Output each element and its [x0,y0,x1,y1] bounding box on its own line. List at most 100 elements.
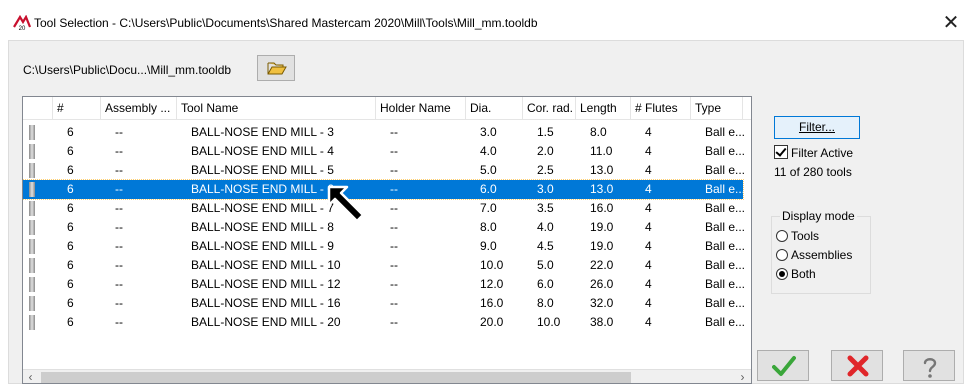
filter-button[interactable]: Filter... [774,116,860,139]
table-cell-dia: 12.0 [480,277,504,291]
table-cell-assembly: -- [115,201,123,215]
table-cell-holder: -- [390,201,398,215]
table-cell-name: BALL-NOSE END MILL - 12 [191,277,341,291]
table-cell-length: 19.0 [590,239,614,253]
table-cell-length: 11.0 [590,144,613,158]
cancel-button[interactable] [831,350,883,381]
table-cell-num: 6 [67,220,74,234]
tool-list[interactable]: # Assembly ... Tool Name Holder Name Dia. Cor… [22,96,752,384]
table-row[interactable]: 6 -- BALL-NOSE END MILL - 7 -- 7.0 3.5 16.0 4 Ba… [23,199,745,218]
table-cell-num: 6 [67,201,74,215]
window-title: Tool Selection - C:\Users\Public\Documen… [34,16,538,30]
column-header[interactable]: # [53,97,101,119]
table-cell-name: BALL-NOSE END MILL - 5 [191,163,334,177]
display-mode-group: Display mode Tools Assemblies Both [771,209,871,294]
table-cell-cor: 4.0 [537,220,554,234]
table-cell-type: Ball e... [705,182,745,196]
radio-tools[interactable]: Tools [776,229,819,243]
table-cell-flutes: 4 [645,277,652,291]
scrollbar-thumb[interactable] [41,372,631,383]
table-cell-assembly: -- [115,296,123,310]
tool-icon [29,201,35,216]
column-header[interactable]: # Flutes [631,97,691,119]
table-row[interactable]: 6 -- BALL-NOSE END MILL - 3 -- 3.0 1.5 8.0 4 Bal… [23,123,745,142]
filter-active-label: Filter Active [791,146,854,160]
radio-icon[interactable] [776,230,788,242]
column-header[interactable]: Cor. rad. [523,97,576,119]
column-header[interactable]: Holder Name [376,97,466,119]
table-cell-dia: 6.0 [480,182,497,196]
table-cell-assembly: -- [115,144,123,158]
scroll-left-icon[interactable]: ‹ [23,370,38,383]
ok-button[interactable] [757,350,809,381]
table-row[interactable]: 6 -- BALL-NOSE END MILL - 5 -- 5.0 2.5 13.0 4 Ba… [23,161,745,180]
table-cell-dia: 5.0 [480,163,497,177]
table-cell-flutes: 4 [645,220,652,234]
help-button[interactable] [903,350,955,381]
table-row[interactable]: 6 -- BALL-NOSE END MILL - 8 -- 8.0 4.0 19.0 4 Ba… [23,218,745,237]
table-cell-assembly: -- [115,182,123,196]
table-row[interactable]: 6 -- BALL-NOSE END MILL - 20 -- 20.0 10.0 38.0… [23,313,745,332]
tool-icon [29,277,35,292]
column-header[interactable]: Type [691,97,743,119]
table-cell-dia: 10.0 [480,258,504,272]
column-header[interactable]: Assembly ... [101,97,177,119]
open-library-button[interactable] [257,55,295,81]
table-cell-flutes: 4 [645,144,652,158]
column-header[interactable]: Dia. [466,97,523,119]
tool-icon [29,258,35,273]
table-cell-holder: -- [390,258,398,272]
table-cell-length: 26.0 [590,277,614,291]
scroll-right-icon[interactable]: › [735,370,750,383]
table-cell-cor: 3.5 [537,201,554,215]
help-question-icon [923,358,937,378]
close-icon[interactable]: ✕ [938,10,964,36]
display-mode-legend: Display mode [780,209,857,223]
table-cell-length: 32.0 [590,296,614,310]
table-cell-num: 6 [67,163,74,177]
tool-count-text: 11 of 280 tools [774,165,852,179]
table-cell-num: 6 [67,315,74,329]
table-row[interactable]: 6 -- BALL-NOSE END MILL - 16 -- 16.0 8.0 32.0 4… [23,294,745,313]
table-cell-name: BALL-NOSE END MILL - 4 [191,144,334,158]
radio-both[interactable]: Both [776,267,816,281]
horizontal-scrollbar[interactable]: ‹ › [23,369,751,383]
table-cell-assembly: -- [115,163,123,177]
table-cell-cor: 8.0 [537,296,554,310]
filter-active-checkbox[interactable]: Filter Active [774,145,853,160]
table-row[interactable]: 6 -- BALL-NOSE END MILL - 12 -- 12.0 6.0 26.0 4… [23,275,745,294]
table-cell-flutes: 4 [645,125,652,139]
table-cell-assembly: -- [115,277,123,291]
table-cell-dia: 20.0 [480,315,504,329]
table-cell-holder: -- [390,182,398,196]
table-row[interactable]: 6 -- BALL-NOSE END MILL - 4 -- 4.0 2.0 11.0 4 Ba… [23,142,745,161]
radio-selected-icon[interactable] [776,268,788,280]
tool-icon [29,144,35,159]
column-header-icon[interactable] [23,97,53,119]
table-cell-type: Ball e... [705,125,745,139]
table-cell-type: Ball e... [705,144,745,158]
table-cell-cor: 3.0 [537,182,554,196]
table-row[interactable]: 6 -- BALL-NOSE END MILL - 9 -- 9.0 4.5 19.0 4 Ba… [23,237,745,256]
table-row[interactable]: 6 -- BALL-NOSE END MILL - 10 -- 10.0 5.0 22.0 4… [23,256,745,275]
table-cell-type: Ball e... [705,220,745,234]
radio-icon[interactable] [776,249,788,261]
radio-assemblies[interactable]: Assemblies [776,248,852,262]
column-header[interactable]: Tool Name [177,97,376,119]
column-header[interactable]: Length [576,97,631,119]
table-cell-name: BALL-NOSE END MILL - 10 [191,258,341,272]
table-cell-name: BALL-NOSE END MILL - 9 [191,239,334,253]
table-cell-dia: 9.0 [480,239,497,253]
folder-open-icon [267,62,287,75]
table-cell-flutes: 4 [645,258,652,272]
table-cell-type: Ball e... [705,163,745,177]
table-cell-flutes: 4 [645,315,652,329]
table-cell-length: 13.0 [590,182,614,196]
mastercam-app-icon: 20 [13,15,31,31]
table-cell-type: Ball e... [705,296,745,310]
checkbox-checked-icon[interactable] [774,145,788,159]
table-row[interactable]: 6 -- BALL-NOSE END MILL - 6 -- 6.0 3.0 13.0 4 Ba… [23,179,745,200]
table-cell-length: 16.0 [590,201,614,215]
table-cell-dia: 8.0 [480,220,497,234]
table-cell-dia: 16.0 [480,296,504,310]
